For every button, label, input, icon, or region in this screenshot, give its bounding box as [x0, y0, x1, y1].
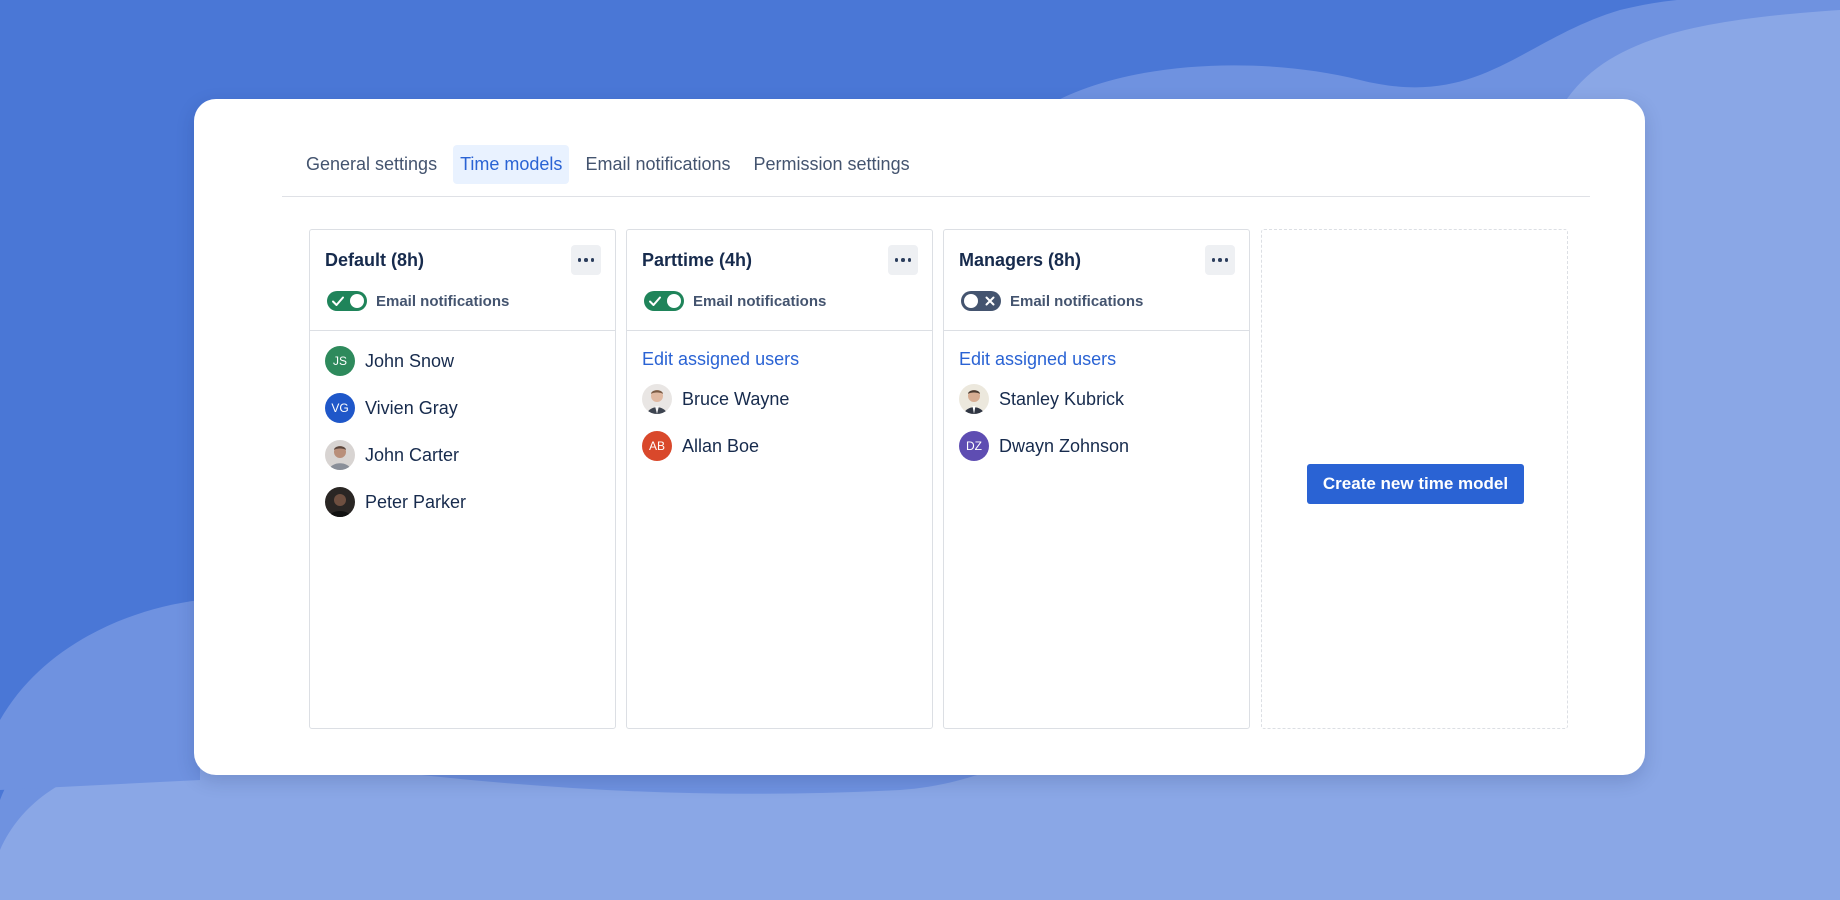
more-dots-icon: [894, 258, 899, 262]
more-dots-icon: [901, 258, 905, 262]
column-header: Managers (8h) Email notifications: [944, 230, 1249, 331]
close-icon: [985, 296, 995, 306]
avatar-photo: [325, 440, 355, 470]
email-notifications-toggle[interactable]: [961, 291, 1001, 311]
tab-time-models[interactable]: Time models: [453, 145, 570, 184]
more-dots-icon: [584, 258, 588, 262]
user-list: Edit assigned users Stanley Kubrick DZ D…: [944, 331, 1249, 461]
user-item[interactable]: AB Allan Boe: [642, 431, 932, 461]
time-model-column-default: Default (8h) Email notifications JS John…: [309, 229, 616, 729]
email-notifications-row: Email notifications: [644, 290, 826, 312]
settings-tabs: General settings Time models Email notif…: [282, 145, 1590, 197]
column-header: Default (8h) Email notifications: [310, 230, 615, 331]
column-title: Default (8h): [325, 250, 424, 270]
toggle-knob: [964, 294, 978, 308]
more-actions-button[interactable]: [888, 245, 918, 275]
more-dots-icon: [1224, 258, 1229, 262]
user-item[interactable]: DZ Dwayn Zohnson: [959, 431, 1249, 461]
user-item[interactable]: John Carter: [325, 440, 615, 470]
check-icon: [649, 296, 661, 306]
time-model-column-parttime: Parttime (4h) Email notifications Edit a…: [626, 229, 933, 729]
column-title: Managers (8h): [959, 250, 1082, 270]
avatar: JS: [325, 346, 355, 376]
create-time-model-placeholder: Create new time model: [1261, 229, 1568, 729]
more-dots-icon: [577, 258, 582, 262]
tab-email-notifications[interactable]: Email notifications: [578, 145, 737, 184]
tab-permission-settings[interactable]: Permission settings: [747, 145, 917, 184]
email-notifications-toggle[interactable]: [644, 291, 684, 311]
more-dots-icon: [907, 258, 912, 262]
more-dots-icon: [1218, 258, 1222, 262]
avatar: DZ: [959, 431, 989, 461]
more-dots-icon: [1211, 258, 1216, 262]
user-item[interactable]: Stanley Kubrick: [959, 384, 1249, 414]
email-notifications-label: Email notifications: [693, 292, 827, 310]
more-actions-button[interactable]: [571, 245, 601, 275]
user-name: Dwayn Zohnson: [999, 435, 1130, 456]
tab-general-settings[interactable]: General settings: [299, 145, 444, 184]
avatar-photo: [325, 487, 355, 517]
email-notifications-label: Email notifications: [376, 292, 510, 310]
email-notifications-toggle[interactable]: [327, 291, 367, 311]
email-notifications-row: Email notifications: [327, 290, 509, 312]
user-item[interactable]: JS John Snow: [325, 346, 615, 376]
user-name: Bruce Wayne: [682, 388, 790, 409]
settings-card: General settings Time models Email notif…: [194, 99, 1645, 775]
avatar: AB: [642, 431, 672, 461]
user-name: Peter Parker: [365, 491, 467, 512]
toggle-knob: [350, 294, 364, 308]
avatar: VG: [325, 393, 355, 423]
email-notifications-row: Email notifications: [961, 290, 1143, 312]
user-item[interactable]: VG Vivien Gray: [325, 393, 615, 423]
time-model-column-managers: Managers (8h) Email notifications Edit a…: [943, 229, 1250, 729]
check-icon: [332, 296, 344, 306]
user-name: John Carter: [365, 444, 460, 465]
user-name: Stanley Kubrick: [999, 388, 1125, 409]
edit-assigned-users-link[interactable]: Edit assigned users: [642, 346, 932, 372]
column-title: Parttime (4h): [642, 250, 753, 270]
column-header: Parttime (4h) Email notifications: [627, 230, 932, 331]
user-item[interactable]: Bruce Wayne: [642, 384, 932, 414]
toggle-knob: [667, 294, 681, 308]
user-list: Edit assigned users Bruce Wayne AB Allan…: [627, 331, 932, 461]
avatar-photo: [959, 384, 989, 414]
user-item[interactable]: Peter Parker: [325, 487, 615, 517]
more-dots-icon: [590, 258, 595, 262]
avatar-photo: [642, 384, 672, 414]
more-actions-button[interactable]: [1205, 245, 1235, 275]
email-notifications-label: Email notifications: [1010, 292, 1144, 310]
user-list: JS John Snow VG Vivien Gray John Carter …: [310, 331, 615, 517]
user-name: John Snow: [365, 350, 455, 371]
create-time-model-button[interactable]: Create new time model: [1307, 464, 1524, 504]
user-name: Allan Boe: [682, 435, 760, 456]
edit-assigned-users-link[interactable]: Edit assigned users: [959, 346, 1249, 372]
user-name: Vivien Gray: [365, 397, 458, 418]
